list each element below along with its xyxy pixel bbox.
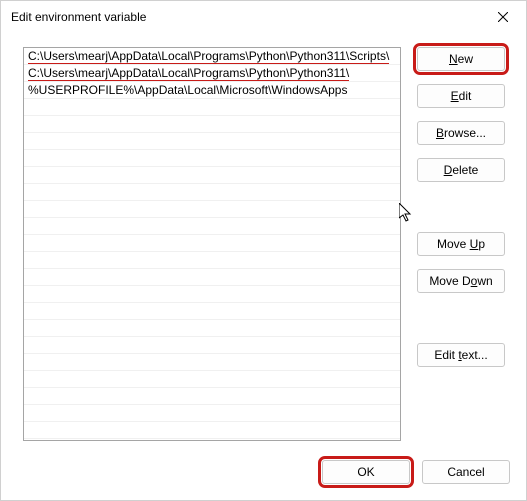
delete-button[interactable]: Delete bbox=[417, 158, 505, 182]
cancel-button[interactable]: Cancel bbox=[422, 460, 510, 484]
move-down-button[interactable]: Move Down bbox=[417, 269, 505, 293]
button-column: New Edit Browse... Delete Move Up bbox=[417, 47, 505, 441]
listbox-rules bbox=[24, 99, 400, 440]
titlebar: Edit environment variable bbox=[1, 1, 526, 33]
edit-button[interactable]: Edit bbox=[417, 84, 505, 108]
list-item-text: C:\Users\mearj\AppData\Local\Programs\Py… bbox=[28, 66, 349, 82]
edit-text-button[interactable]: Edit text... bbox=[417, 343, 505, 367]
close-icon bbox=[498, 12, 508, 22]
list-item-text: C:\Users\mearj\AppData\Local\Programs\Py… bbox=[28, 49, 389, 65]
dialog-footer: OK Cancel bbox=[322, 460, 510, 484]
new-button[interactable]: New bbox=[417, 47, 505, 71]
dialog-window: Edit environment variable C:\Users\mearj… bbox=[0, 0, 527, 501]
browse-button[interactable]: Browse... bbox=[417, 121, 505, 145]
dialog-body: C:\Users\mearj\AppData\Local\Programs\Py… bbox=[1, 33, 526, 500]
close-button[interactable] bbox=[480, 1, 526, 33]
list-item-text: %USERPROFILE%\AppData\Local\Microsoft\Wi… bbox=[28, 83, 347, 97]
ok-button[interactable]: OK bbox=[322, 460, 410, 484]
move-up-button[interactable]: Move Up bbox=[417, 232, 505, 256]
list-item[interactable]: %USERPROFILE%\AppData\Local\Microsoft\Wi… bbox=[24, 82, 400, 99]
dialog-title: Edit environment variable bbox=[11, 10, 146, 24]
list-item[interactable]: C:\Users\mearj\AppData\Local\Programs\Py… bbox=[24, 48, 400, 65]
path-listbox[interactable]: C:\Users\mearj\AppData\Local\Programs\Py… bbox=[23, 47, 401, 441]
list-item[interactable]: C:\Users\mearj\AppData\Local\Programs\Py… bbox=[24, 65, 400, 82]
